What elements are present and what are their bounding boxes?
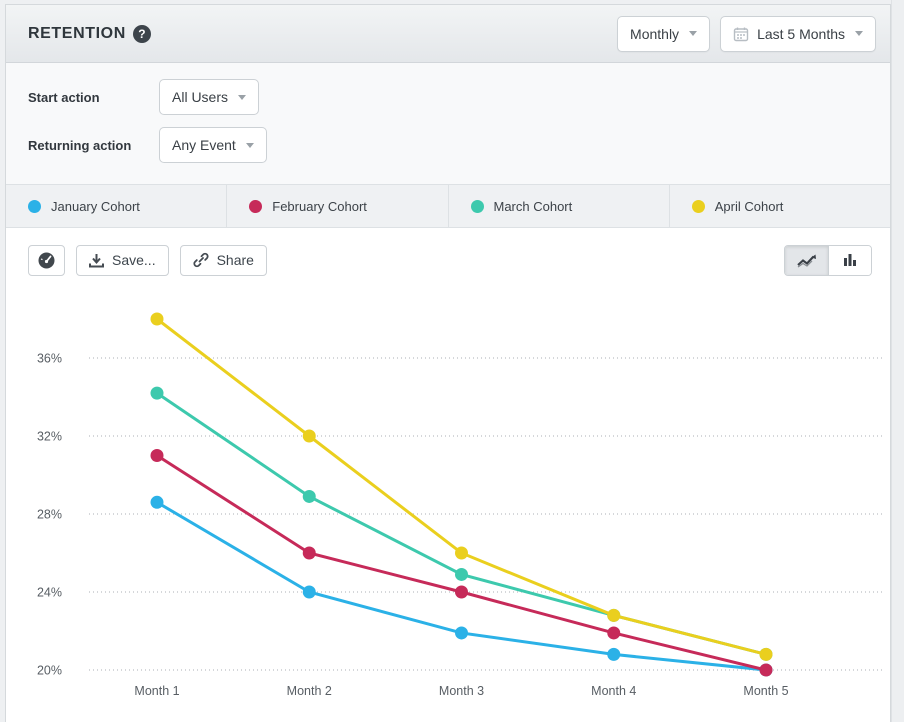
date-range-dropdown[interactable]: Last 5 Months bbox=[720, 16, 876, 52]
help-icon[interactable]: ? bbox=[133, 25, 151, 43]
legend-color-dot bbox=[249, 200, 262, 213]
retention-panel: RETENTION ? Monthly Last 5 Months bbox=[5, 4, 891, 722]
returning-action-row: Returning action Any Event bbox=[28, 127, 890, 163]
data-point[interactable] bbox=[760, 648, 773, 661]
legend-color-dot bbox=[471, 200, 484, 213]
y-axis-tick: 28% bbox=[37, 508, 62, 522]
legend-item-february-cohort[interactable]: February Cohort bbox=[227, 185, 448, 227]
chart-section: Save... Share bbox=[6, 228, 890, 722]
start-action-dropdown[interactable]: All Users bbox=[159, 79, 259, 115]
x-axis-tick: Month 5 bbox=[743, 684, 788, 698]
legend-item-january-cohort[interactable]: January Cohort bbox=[6, 185, 227, 227]
legend-label: January Cohort bbox=[51, 199, 140, 214]
line-chart-toggle[interactable] bbox=[785, 246, 828, 275]
data-point[interactable] bbox=[760, 664, 773, 677]
legend-label: April Cohort bbox=[715, 199, 784, 214]
series-line-march-cohort bbox=[157, 393, 766, 654]
granularity-dropdown-value: Monthly bbox=[630, 26, 679, 42]
legend-label: March Cohort bbox=[494, 199, 573, 214]
legend-color-dot bbox=[692, 200, 705, 213]
data-point[interactable] bbox=[151, 387, 164, 400]
data-point[interactable] bbox=[151, 313, 164, 326]
report-header: RETENTION ? Monthly Last 5 Months bbox=[6, 5, 890, 63]
x-axis-tick: Month 1 bbox=[134, 684, 179, 698]
x-axis-tick: Month 2 bbox=[287, 684, 332, 698]
share-button-label: Share bbox=[217, 252, 254, 268]
save-button-label: Save... bbox=[112, 252, 156, 268]
legend-item-march-cohort[interactable]: March Cohort bbox=[449, 185, 670, 227]
x-axis-tick: Month 3 bbox=[439, 684, 484, 698]
data-point[interactable] bbox=[151, 449, 164, 462]
data-point[interactable] bbox=[455, 626, 468, 639]
data-point[interactable] bbox=[607, 626, 620, 639]
data-point[interactable] bbox=[455, 547, 468, 560]
returning-action-value: Any Event bbox=[172, 137, 236, 153]
returning-action-label: Returning action bbox=[28, 138, 159, 153]
y-axis-tick: 32% bbox=[37, 430, 62, 444]
data-point[interactable] bbox=[607, 648, 620, 661]
y-axis-tick: 36% bbox=[37, 352, 62, 366]
chevron-down-icon bbox=[689, 31, 697, 36]
bar-chart-icon bbox=[842, 252, 858, 268]
data-point[interactable] bbox=[303, 547, 316, 560]
chart-type-toggle bbox=[784, 245, 872, 276]
y-axis-tick: 24% bbox=[37, 586, 62, 600]
legend-item-april-cohort[interactable]: April Cohort bbox=[670, 185, 890, 227]
data-point[interactable] bbox=[607, 609, 620, 622]
link-icon bbox=[193, 252, 209, 268]
retention-line-chart: 20% 24% 28% 32% 36% Month 1 Month 2 Month 3 Mont… bbox=[6, 228, 890, 722]
line-chart-icon bbox=[796, 252, 818, 268]
returning-action-dropdown[interactable]: Any Event bbox=[159, 127, 267, 163]
date-range-dropdown-value: Last 5 Months bbox=[757, 26, 845, 42]
granularity-dropdown[interactable]: Monthly bbox=[617, 16, 710, 52]
legend-color-dot bbox=[28, 200, 41, 213]
download-icon bbox=[89, 253, 104, 268]
start-action-value: All Users bbox=[172, 89, 228, 105]
data-point[interactable] bbox=[151, 496, 164, 509]
share-button[interactable]: Share bbox=[180, 245, 267, 276]
data-point[interactable] bbox=[455, 586, 468, 599]
page-title: RETENTION bbox=[28, 25, 126, 43]
start-action-label: Start action bbox=[28, 90, 159, 105]
bar-chart-toggle[interactable] bbox=[828, 246, 871, 275]
scrollbar-track[interactable] bbox=[891, 0, 904, 722]
data-point[interactable] bbox=[455, 568, 468, 581]
gauge-icon bbox=[37, 251, 56, 270]
filters-section: Start action All Users Returning action … bbox=[6, 63, 890, 184]
chart-toolbar: Save... Share bbox=[28, 244, 872, 276]
chevron-down-icon bbox=[238, 95, 246, 100]
start-action-row: Start action All Users bbox=[28, 79, 890, 115]
legend-label: February Cohort bbox=[272, 199, 367, 214]
add-to-dashboard-button[interactable] bbox=[28, 245, 65, 276]
data-point[interactable] bbox=[303, 490, 316, 503]
cohort-legend: January Cohort February Cohort March Cohor… bbox=[6, 184, 890, 228]
x-axis-tick: Month 4 bbox=[591, 684, 636, 698]
y-axis-tick: 20% bbox=[37, 664, 62, 678]
series-line-april-cohort bbox=[157, 319, 766, 654]
chevron-down-icon bbox=[246, 143, 254, 148]
calendar-icon bbox=[733, 26, 749, 42]
data-point[interactable] bbox=[303, 430, 316, 443]
data-point[interactable] bbox=[303, 586, 316, 599]
chevron-down-icon bbox=[855, 31, 863, 36]
save-button[interactable]: Save... bbox=[76, 245, 169, 276]
